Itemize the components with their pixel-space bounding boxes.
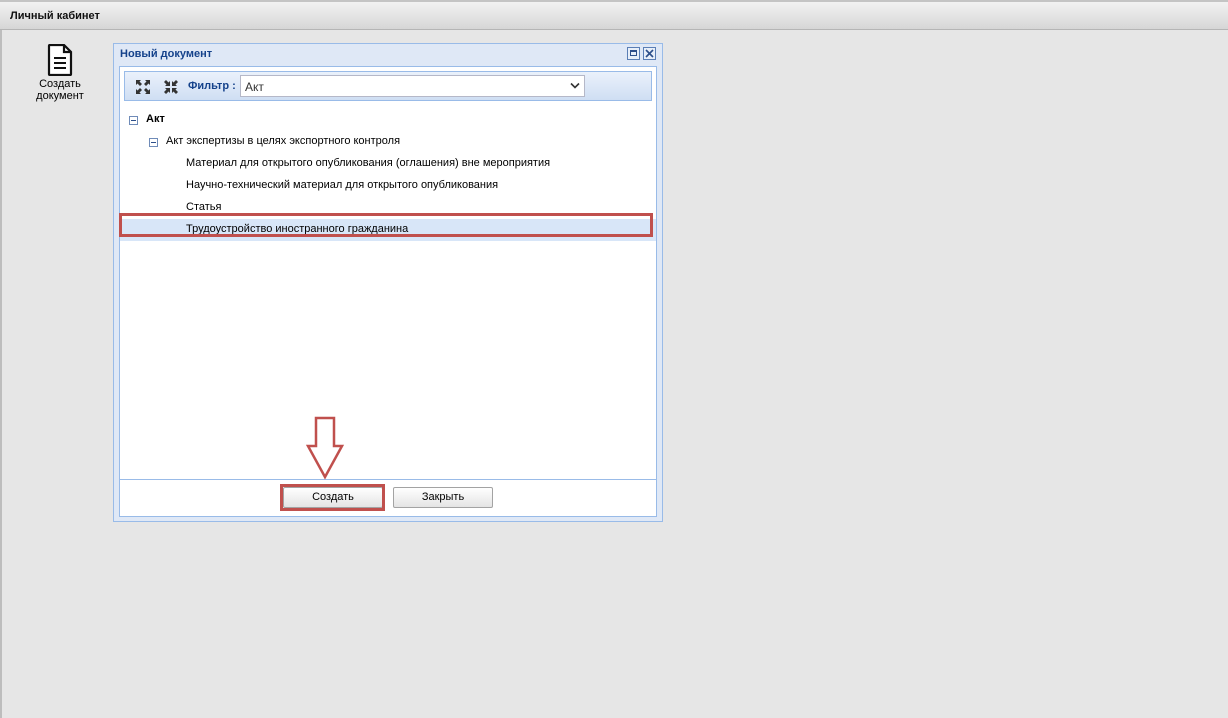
dialog-title: Новый документ — [120, 48, 213, 60]
left-border — [0, 0, 2, 718]
tree-leaf-label: Статья — [186, 201, 222, 213]
new-document-dialog: Новый документ Фильтр: Акт Акт Акт эксп… — [113, 43, 663, 522]
document-icon — [47, 44, 73, 76]
tree-node-root[interactable]: Акт — [120, 109, 656, 131]
create-document-label-2: документ — [36, 90, 84, 102]
filter-label: Фильтр : — [188, 80, 236, 92]
collapse-all-icon[interactable] — [163, 79, 179, 95]
tree-leaf-label: Научно-технический материал для открытог… — [186, 179, 499, 191]
expand-all-icon[interactable] — [135, 79, 151, 95]
tree-leaf[interactable]: Научно-технический материал для открытог… — [120, 175, 656, 197]
tree-node-label: Акт экспертизы в целях экспортного контр… — [166, 135, 401, 147]
page-title: Личный кабинет — [10, 10, 100, 22]
create-document-shortcut[interactable]: Создать документ — [28, 44, 92, 102]
dialog-body: Фильтр : Акт Акт Акт экспертизы в целях … — [119, 66, 657, 517]
dialog-toolbar: Фильтр : Акт — [124, 71, 652, 101]
chevron-down-icon — [570, 82, 580, 89]
tree-leaf[interactable]: Материал для открытого опубликования (ог… — [120, 153, 656, 175]
tree-node-label: Акт — [146, 113, 165, 125]
collapse-toggle-icon[interactable] — [129, 116, 138, 125]
close-button[interactable]: Закрыть — [393, 487, 493, 508]
create-document-label-1: Создать — [39, 78, 81, 90]
down-arrow-annotation-icon — [305, 416, 345, 480]
filter-value: Акт — [245, 80, 264, 94]
tree-node-group[interactable]: Акт экспертизы в целях экспортного контр… — [120, 131, 656, 153]
selection-highlight-annotation — [119, 213, 653, 237]
dialog-header: Новый документ — [114, 44, 662, 64]
document-type-tree: Акт Акт экспертизы в целях экспортного к… — [119, 109, 656, 480]
filter-select[interactable]: Акт — [240, 75, 585, 97]
collapse-toggle-icon[interactable] — [149, 138, 158, 147]
tree-leaf-label: Материал для открытого опубликования (ог… — [186, 157, 551, 169]
maximize-icon[interactable] — [627, 47, 640, 60]
close-icon[interactable] — [643, 47, 656, 60]
create-button-highlight-annotation — [280, 484, 385, 511]
top-bar: Личный кабинет — [0, 0, 1228, 30]
